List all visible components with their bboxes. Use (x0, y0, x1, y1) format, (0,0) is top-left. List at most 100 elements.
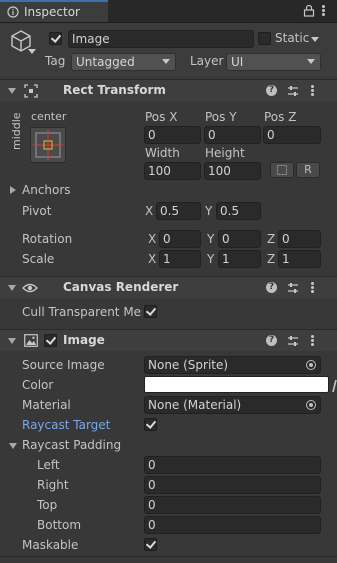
object-picker-icon[interactable] (306, 400, 316, 410)
pos-x-field[interactable]: 0 (144, 126, 201, 144)
anchor-presets-button[interactable] (30, 127, 66, 163)
tab-bar: Inspector (0, 0, 337, 23)
scale-z-axis: Z (267, 252, 276, 266)
padding-right-field[interactable]: 0 (144, 476, 321, 494)
layer-label: Layer (190, 54, 224, 68)
image-component-icon (24, 334, 38, 347)
material-field[interactable]: None (Material) (144, 396, 321, 414)
foldout-arrow-icon[interactable] (8, 285, 16, 291)
image-enabled-checkbox[interactable] (44, 334, 57, 347)
raycast-target-label: Raycast Target (22, 418, 111, 432)
tab-title: Inspector (24, 5, 80, 19)
image-component-title: Image (63, 333, 105, 347)
scale-x-field[interactable]: 1 (159, 250, 201, 268)
pos-z-field[interactable]: 0 (263, 126, 321, 144)
padding-top-field[interactable]: 0 (144, 496, 321, 514)
padding-top-label: Top (37, 498, 58, 512)
rotation-label: Rotation (22, 232, 73, 246)
anchors-foldout-icon[interactable] (10, 186, 16, 194)
color-swatch[interactable] (144, 376, 329, 393)
padding-left-label: Left (37, 458, 60, 472)
component-menu-icon[interactable] (311, 85, 314, 97)
blueprint-icon (277, 165, 287, 175)
pivot-y-field[interactable]: 0.5 (216, 202, 261, 220)
foldout-arrow-icon[interactable] (8, 338, 16, 344)
raycast-padding-foldout-icon[interactable] (9, 443, 17, 449)
raycast-padding-label[interactable]: Raycast Padding (22, 438, 121, 452)
pos-y-header: Pos Y (205, 110, 237, 124)
help-icon[interactable]: ? (266, 335, 277, 346)
gameobject-name-field[interactable]: Image (68, 30, 254, 48)
tag-dropdown[interactable]: Untagged (71, 53, 176, 71)
scale-y-field[interactable]: 1 (218, 250, 261, 268)
canvas-renderer-title: Canvas Renderer (63, 280, 179, 294)
scale-y-axis: Y (207, 252, 215, 266)
maskable-label: Maskable (22, 538, 79, 552)
padding-left-field[interactable]: 0 (144, 456, 321, 474)
pos-y-field[interactable]: 0 (204, 126, 261, 144)
gameobject-header: Image Static Tag Untagged Layer UI (0, 23, 337, 77)
pivot-x-axis: X (145, 204, 154, 218)
anchors-label[interactable]: Anchors (22, 183, 71, 197)
presets-icon[interactable] (287, 85, 299, 97)
component-menu-icon[interactable] (311, 282, 314, 294)
rotation-x-field[interactable]: 0 (159, 230, 201, 248)
material-label: Material (22, 398, 71, 412)
presets-icon[interactable] (287, 282, 299, 294)
maskable-checkbox[interactable] (144, 538, 157, 551)
padding-bottom-label: Bottom (37, 518, 82, 532)
source-image-label: Source Image (22, 358, 105, 372)
cull-transparent-checkbox[interactable] (144, 305, 157, 318)
raw-edit-button[interactable]: R (296, 162, 320, 178)
rect-transform-icon (24, 84, 38, 98)
eye-icon (22, 283, 38, 293)
component-menu-icon[interactable] (311, 335, 314, 347)
anchor-horizontal-label: center (31, 110, 67, 123)
height-header: Height (205, 146, 245, 160)
source-image-field[interactable]: None (Sprite) (144, 356, 321, 374)
canvas-renderer-header[interactable]: Canvas Renderer ? (0, 276, 337, 298)
scale-x-axis: X (148, 252, 157, 266)
presets-icon[interactable] (287, 335, 299, 347)
help-icon[interactable]: ? (266, 282, 277, 293)
eyedropper-icon[interactable] (332, 377, 337, 393)
image-component-header[interactable]: Image ? (0, 329, 337, 351)
static-dropdown-icon[interactable] (311, 37, 319, 42)
gameobject-active-checkbox[interactable] (49, 32, 62, 45)
tab-menu-icon[interactable] (322, 5, 325, 17)
static-label: Static (275, 31, 310, 45)
lock-icon[interactable] (303, 4, 315, 17)
pivot-x-field[interactable]: 0.5 (156, 202, 201, 220)
icon-dropdown-arrow[interactable] (28, 49, 36, 54)
scale-label: Scale (22, 252, 55, 266)
width-header: Width (145, 146, 180, 160)
anchor-vertical-label: middle (10, 112, 23, 150)
help-icon[interactable]: ? (266, 85, 277, 96)
rotation-z-field[interactable]: 0 (278, 230, 321, 248)
pivot-label: Pivot (22, 204, 52, 218)
height-field[interactable]: 100 (204, 162, 261, 180)
width-field[interactable]: 100 (144, 162, 201, 180)
cull-transparent-label: Cull Transparent Mes (22, 305, 142, 319)
info-icon (7, 6, 19, 18)
static-checkbox[interactable] (258, 32, 271, 45)
foldout-arrow-icon[interactable] (8, 88, 16, 94)
layer-dropdown[interactable]: UI (226, 53, 321, 71)
rotation-y-axis: Y (207, 232, 215, 246)
rotation-x-axis: X (148, 232, 157, 246)
rotation-z-axis: Z (267, 232, 276, 246)
padding-bottom-field[interactable]: 0 (144, 516, 321, 534)
tab-inspector[interactable]: Inspector (0, 0, 108, 22)
blueprint-mode-button[interactable] (270, 162, 294, 178)
rect-transform-header[interactable]: Rect Transform ? (0, 79, 337, 101)
pos-x-header: Pos X (145, 110, 178, 124)
object-picker-icon[interactable] (306, 360, 316, 370)
rect-transform-title: Rect Transform (63, 83, 166, 97)
color-label: Color (22, 378, 54, 392)
pos-z-header: Pos Z (264, 110, 297, 124)
scale-z-field[interactable]: 1 (278, 250, 321, 268)
padding-right-label: Right (37, 478, 69, 492)
pivot-y-axis: Y (205, 204, 213, 218)
rotation-y-field[interactable]: 0 (218, 230, 261, 248)
raycast-target-checkbox[interactable] (144, 418, 157, 431)
